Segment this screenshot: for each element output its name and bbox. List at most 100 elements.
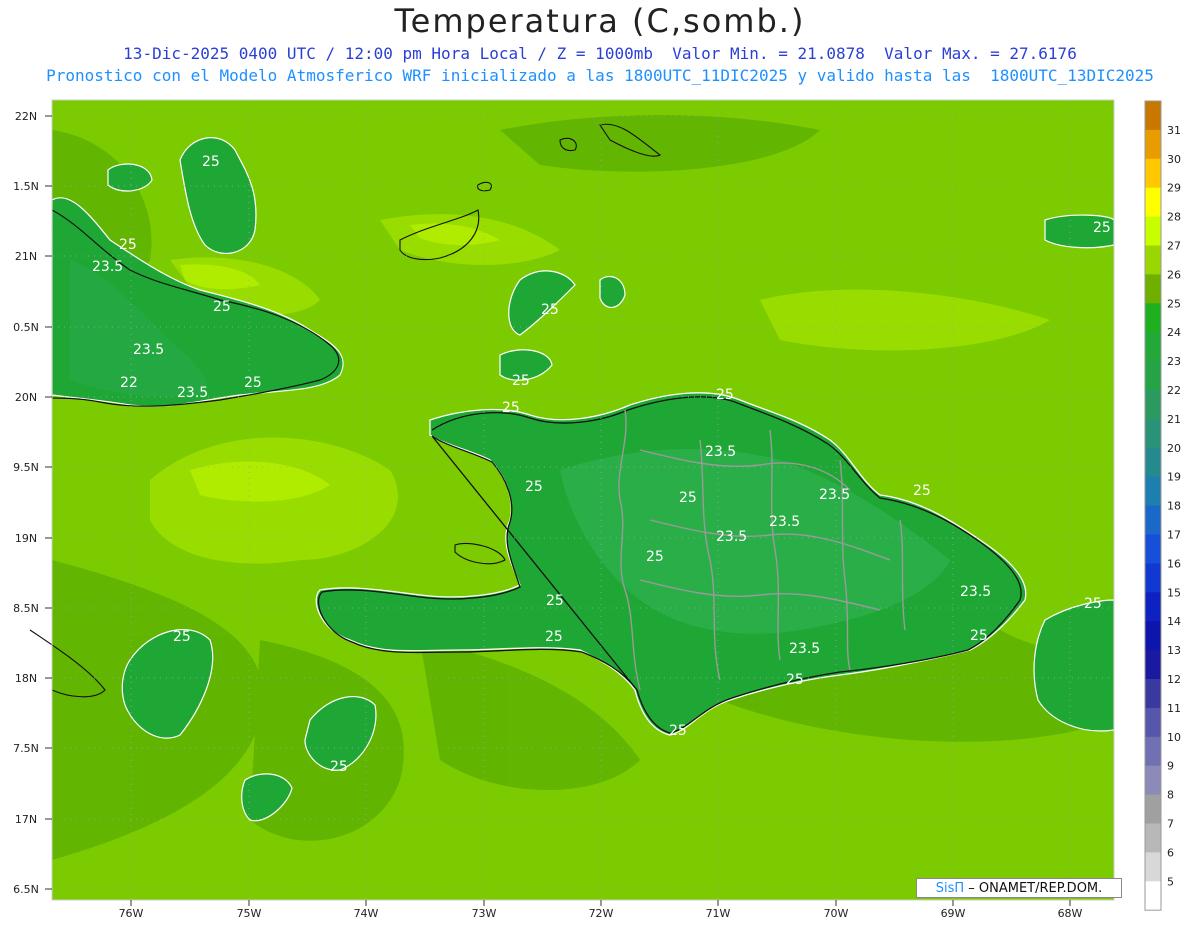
contour-label: 25 — [646, 549, 664, 565]
longitude-label: 75W — [237, 907, 262, 920]
colorbar-swatch — [1145, 216, 1161, 246]
latitude-label: 6.5N — [13, 883, 39, 896]
contour-label: 25 — [1084, 596, 1102, 612]
contour-label: 23.5 — [133, 342, 164, 358]
contour-label: 25 — [213, 299, 231, 315]
latitude-label: 21N — [15, 250, 37, 263]
contour-label: 23.5 — [92, 259, 123, 275]
colorbar-swatch — [1145, 245, 1161, 275]
temperature-map: 25 25 23.5 25 23.5 22 23.5 25 25 25 25 2… — [13, 99, 1181, 920]
latitude-label: 20N — [15, 391, 37, 404]
colorbar-swatch — [1145, 361, 1161, 391]
longitude-label: 68W — [1058, 907, 1083, 920]
colorbar-swatch — [1145, 187, 1161, 218]
contour-label: 25 — [502, 400, 520, 416]
colorbar-label: 10 — [1167, 731, 1181, 744]
colorbar-label: 7 — [1167, 818, 1174, 831]
colorbar-label: 8 — [1167, 789, 1174, 802]
contour-label: 25 — [202, 154, 220, 170]
contour-label: 22 — [120, 375, 138, 391]
longitude-axis: 76W 75W 74W 73W 72W 71W 70W 69W 68W — [119, 900, 1083, 920]
colorbar-swatch — [1145, 101, 1161, 131]
latitude-label: 8.5N — [13, 602, 39, 615]
colorbar-label: 17 — [1167, 529, 1181, 542]
colorbar-swatch — [1145, 736, 1161, 767]
colorbar-label: 24 — [1167, 326, 1181, 339]
colorbar-swatch — [1145, 476, 1161, 507]
colorbar-label: 25 — [1167, 297, 1181, 310]
colorbar-swatch — [1145, 158, 1161, 189]
longitude-label: 73W — [472, 907, 497, 920]
colorbar-label: 20 — [1167, 442, 1181, 455]
colorbar-label: 23 — [1167, 355, 1181, 368]
colorbar-label: 29 — [1167, 182, 1181, 195]
latitude-label: 19N — [15, 532, 37, 545]
colorbar-label: 27 — [1167, 240, 1181, 253]
colorbar-swatch — [1145, 823, 1161, 853]
colorbar-label: 6 — [1167, 846, 1174, 859]
colorbar-swatch — [1145, 707, 1161, 738]
colorbar-label: 28 — [1167, 211, 1181, 224]
latitude-label: 1.5N — [13, 180, 39, 193]
contour-label: 25 — [244, 375, 262, 391]
colorbar-swatch — [1145, 447, 1161, 478]
colorbar-label: 5 — [1167, 875, 1174, 888]
colorbar-label: 26 — [1167, 268, 1181, 281]
colorbar-label: 15 — [1167, 586, 1181, 599]
colorbar-label: 12 — [1167, 673, 1181, 686]
longitude-label: 71W — [706, 907, 731, 920]
contour-label: 23.5 — [177, 385, 208, 401]
colorbar-swatch — [1145, 679, 1161, 709]
colorbar-label: 30 — [1167, 153, 1181, 166]
latitude-label: 18N — [15, 672, 37, 685]
contour-label: 25 — [541, 302, 559, 318]
contour-label: 25 — [1093, 220, 1111, 236]
contour-label: 25 — [786, 672, 804, 688]
latitude-label: 9.5N — [13, 461, 39, 474]
contour-label: 23.5 — [716, 529, 747, 545]
contour-label: 23.5 — [960, 584, 991, 600]
credit-box: SisΠ – ONAMET/REP.DOM. — [916, 878, 1122, 898]
colorbar-swatch — [1145, 390, 1161, 420]
latitude-label: 7.5N — [13, 742, 39, 755]
colorbar-swatch — [1145, 505, 1161, 535]
credit-text: – ONAMET/REP.DOM. — [964, 881, 1103, 896]
colorbar-swatch — [1145, 332, 1161, 362]
colorbar-swatch — [1145, 534, 1161, 564]
longitude-label: 70W — [824, 907, 849, 920]
colorbar-swatch — [1145, 563, 1161, 593]
contour-label: 23.5 — [769, 514, 800, 530]
colorbar-swatch — [1145, 274, 1161, 304]
contour-label: 25 — [716, 387, 734, 403]
longitude-label: 69W — [941, 907, 966, 920]
contour-label: 25 — [545, 629, 563, 645]
contour-label: 25 — [669, 723, 687, 739]
contour-label: 23.5 — [705, 444, 736, 460]
colorbar-label: 11 — [1167, 702, 1181, 715]
contour-label: 25 — [679, 490, 697, 506]
contour-label: 25 — [330, 759, 348, 775]
contour-label: 23.5 — [819, 487, 850, 503]
colorbar-label: 14 — [1167, 615, 1181, 628]
contour-label: 25 — [970, 628, 988, 644]
latitude-label: 17N — [15, 813, 37, 826]
contour-label: 25 — [173, 629, 191, 645]
colorbar-label: 13 — [1167, 644, 1181, 657]
latitude-label: 22N — [15, 110, 37, 123]
colorbar-label: 16 — [1167, 557, 1181, 570]
contour-label: 25 — [913, 483, 931, 499]
colorbar-label: 21 — [1167, 413, 1181, 426]
colorbar-label: 22 — [1167, 384, 1181, 397]
longitude-label: 72W — [589, 907, 614, 920]
colorbar: 31 30 29 28 27 26 25 24 23 22 21 20 19 18 17 16 15 14 13 12… — [1144, 100, 1181, 911]
colorbar-swatch — [1145, 794, 1161, 824]
colorbar-swatch — [1145, 303, 1161, 333]
contour-label: 25 — [119, 237, 137, 253]
colorbar-swatch — [1145, 881, 1161, 911]
colorbar-label: 31 — [1167, 124, 1181, 137]
colorbar-swatch — [1145, 621, 1161, 651]
contour-label: 25 — [546, 593, 564, 609]
colorbar-swatch — [1145, 418, 1161, 449]
colorbar-swatch — [1145, 650, 1161, 680]
longitude-label: 74W — [354, 907, 379, 920]
